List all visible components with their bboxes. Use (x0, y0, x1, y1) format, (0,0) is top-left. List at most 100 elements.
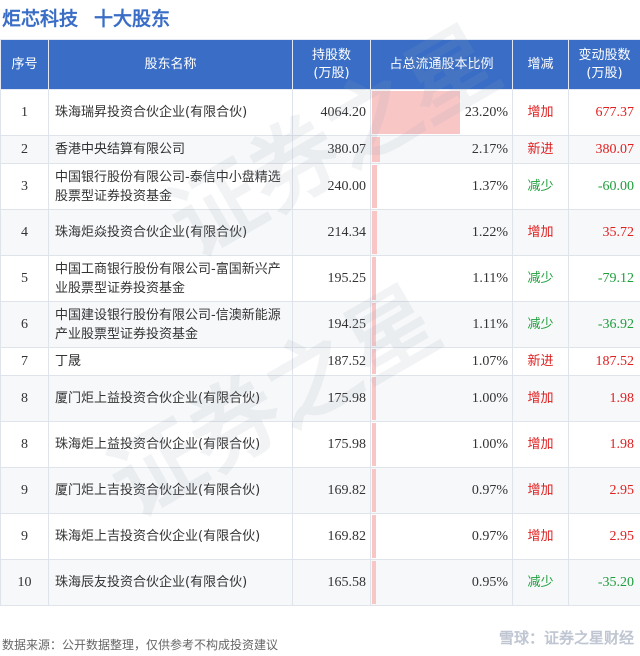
row-ratio: 1.11% (370, 255, 513, 302)
row-shares: 175.98 (292, 375, 371, 422)
ratio-bar (372, 303, 377, 346)
ratio-value: 1.11% (472, 271, 508, 286)
row-ratio: 2.17% (370, 135, 513, 164)
company-name: 炬芯科技 (2, 8, 79, 30)
ratio-value: 23.20% (464, 105, 508, 120)
ratio-bar (372, 165, 378, 208)
row-rank: 8 (0, 421, 49, 468)
ratio-bar (372, 377, 376, 420)
header-name: 股东名称 (48, 39, 293, 90)
row-shares: 4064.20 (292, 89, 371, 136)
table-header-row: 序号 股东名称 持股数 (万股) 占总流通股本比例 增减 变动股数 (万股) (0, 39, 640, 90)
row-ratio: 0.97% (370, 513, 513, 560)
row-ratio: 1.22% (370, 209, 513, 256)
shareholders-table: 序号 股东名称 持股数 (万股) 占总流通股本比例 增减 变动股数 (万股) 1 珠海… (0, 39, 640, 606)
brand-watermark: 雪球：证券之星财经 (498, 629, 634, 647)
table-row: 9 珠海炬上吉投资合伙企业(有限合伙) 169.82 0.97% 增加 2.95 (0, 513, 640, 560)
row-shares: 214.34 (292, 209, 371, 256)
table-row: 6 中国建设银行股份有限公司-信澳新能源产业股票型证券投资基金 194.25 1.11… (0, 301, 640, 348)
row-rank: 7 (0, 347, 49, 376)
table-row: 9 厦门炬上吉投资合伙企业(有限合伙) 169.82 0.97% 增加 2.95 (0, 467, 640, 514)
row-shares: 187.52 (292, 347, 371, 376)
table-row: 2 香港中央结算有限公司 380.07 2.17% 新进 380.07 (0, 135, 640, 164)
row-holder-name: 厦门炬上益投资合伙企业(有限合伙) (48, 375, 293, 422)
row-rank: 3 (0, 163, 49, 210)
table-subtitle: 十大股东 (94, 8, 171, 30)
row-rank: 6 (0, 301, 49, 348)
row-change: 增加 (512, 467, 569, 514)
table-row: 4 珠海炬焱投资合伙企业(有限合伙) 214.34 1.22% 增加 35.72 (0, 209, 640, 256)
row-delta: -35.20 (568, 559, 640, 606)
row-change: 减少 (512, 301, 569, 348)
table-row: 5 中国工商银行股份有限公司-富国新兴产业股票型证券投资基金 195.25 1.11%… (0, 255, 640, 302)
row-change: 增加 (512, 421, 569, 468)
row-change: 增加 (512, 89, 569, 136)
ratio-value: 0.97% (471, 483, 508, 498)
row-delta: -79.12 (568, 255, 640, 302)
header-delta: 变动股数 (万股) (568, 39, 640, 90)
row-rank: 8 (0, 375, 49, 422)
title-bar: 炬芯科技 十大股东 (0, 0, 640, 38)
row-holder-name: 珠海炬焱投资合伙企业(有限合伙) (48, 209, 293, 256)
row-holder-name: 中国工商银行股份有限公司-富国新兴产业股票型证券投资基金 (48, 255, 293, 302)
ratio-bar (372, 257, 377, 300)
row-holder-name: 厦门炬上吉投资合伙企业(有限合伙) (48, 467, 293, 514)
row-change: 增加 (512, 375, 569, 422)
row-delta: 35.72 (568, 209, 640, 256)
row-rank: 5 (0, 255, 49, 302)
row-holder-name: 香港中央结算有限公司 (48, 135, 293, 164)
row-change: 增加 (512, 513, 569, 560)
row-shares: 169.82 (292, 513, 371, 560)
ratio-bar (372, 515, 376, 558)
row-delta: 2.95 (568, 467, 640, 514)
header-shares: 持股数 (万股) (292, 39, 371, 90)
row-shares: 175.98 (292, 421, 371, 468)
row-holder-name: 丁晟 (48, 347, 293, 376)
ratio-value: 1.11% (472, 317, 508, 332)
row-change: 新进 (512, 347, 569, 376)
ratio-value: 1.07% (471, 354, 508, 369)
row-ratio: 1.00% (370, 421, 513, 468)
row-delta: 187.52 (568, 347, 640, 376)
row-delta: 1.98 (568, 375, 640, 422)
row-ratio: 1.11% (370, 301, 513, 348)
row-holder-name: 珠海瑞昇投资合伙企业(有限合伙) (48, 89, 293, 136)
row-holder-name: 珠海辰友投资合伙企业(有限合伙) (48, 559, 293, 606)
ratio-value: 2.17% (471, 142, 508, 157)
row-rank: 10 (0, 559, 49, 606)
row-holder-name: 中国建设银行股份有限公司-信澳新能源产业股票型证券投资基金 (48, 301, 293, 348)
ratio-value: 1.00% (471, 391, 508, 406)
table-row: 8 厦门炬上益投资合伙企业(有限合伙) 175.98 1.00% 增加 1.98 (0, 375, 640, 422)
row-holder-name: 珠海炬上益投资合伙企业(有限合伙) (48, 421, 293, 468)
row-ratio: 1.37% (370, 163, 513, 210)
ratio-bar (372, 349, 377, 374)
row-delta: 677.37 (568, 89, 640, 136)
data-source-note: 数据来源：公开数据整理，仅供参考不构成投资建议 (2, 638, 279, 652)
row-ratio: 23.20% (370, 89, 513, 136)
table-row: 10 珠海辰友投资合伙企业(有限合伙) 165.58 0.95% 减少 -35.20 (0, 559, 640, 606)
row-delta: 380.07 (568, 135, 640, 164)
row-delta: -36.92 (568, 301, 640, 348)
table-row: 8 珠海炬上益投资合伙企业(有限合伙) 175.98 1.00% 增加 1.98 (0, 421, 640, 468)
header-rank: 序号 (0, 39, 49, 90)
header-ratio: 占总流通股本比例 (370, 39, 513, 90)
ratio-value: 0.95% (471, 575, 508, 590)
row-holder-name: 珠海炬上吉投资合伙企业(有限合伙) (48, 513, 293, 560)
table-row: 3 中国银行股份有限公司-泰信中小盘精选股票型证券投资基金 240.00 1.37% 减… (0, 163, 640, 210)
row-change: 减少 (512, 255, 569, 302)
table-row: 7 丁晟 187.52 1.07% 新进 187.52 (0, 347, 640, 376)
ratio-bar (372, 561, 376, 604)
ratio-bar (372, 469, 376, 512)
row-delta: -60.00 (568, 163, 640, 210)
row-shares: 194.25 (292, 301, 371, 348)
row-rank: 1 (0, 89, 49, 136)
ratio-bar (372, 423, 376, 466)
ratio-value: 1.37% (471, 179, 508, 194)
row-shares: 169.82 (292, 467, 371, 514)
ratio-value: 0.97% (471, 529, 508, 544)
row-rank: 9 (0, 467, 49, 514)
row-rank: 4 (0, 209, 49, 256)
row-ratio: 0.97% (370, 467, 513, 514)
row-ratio: 1.00% (370, 375, 513, 422)
ratio-bar (372, 137, 381, 162)
